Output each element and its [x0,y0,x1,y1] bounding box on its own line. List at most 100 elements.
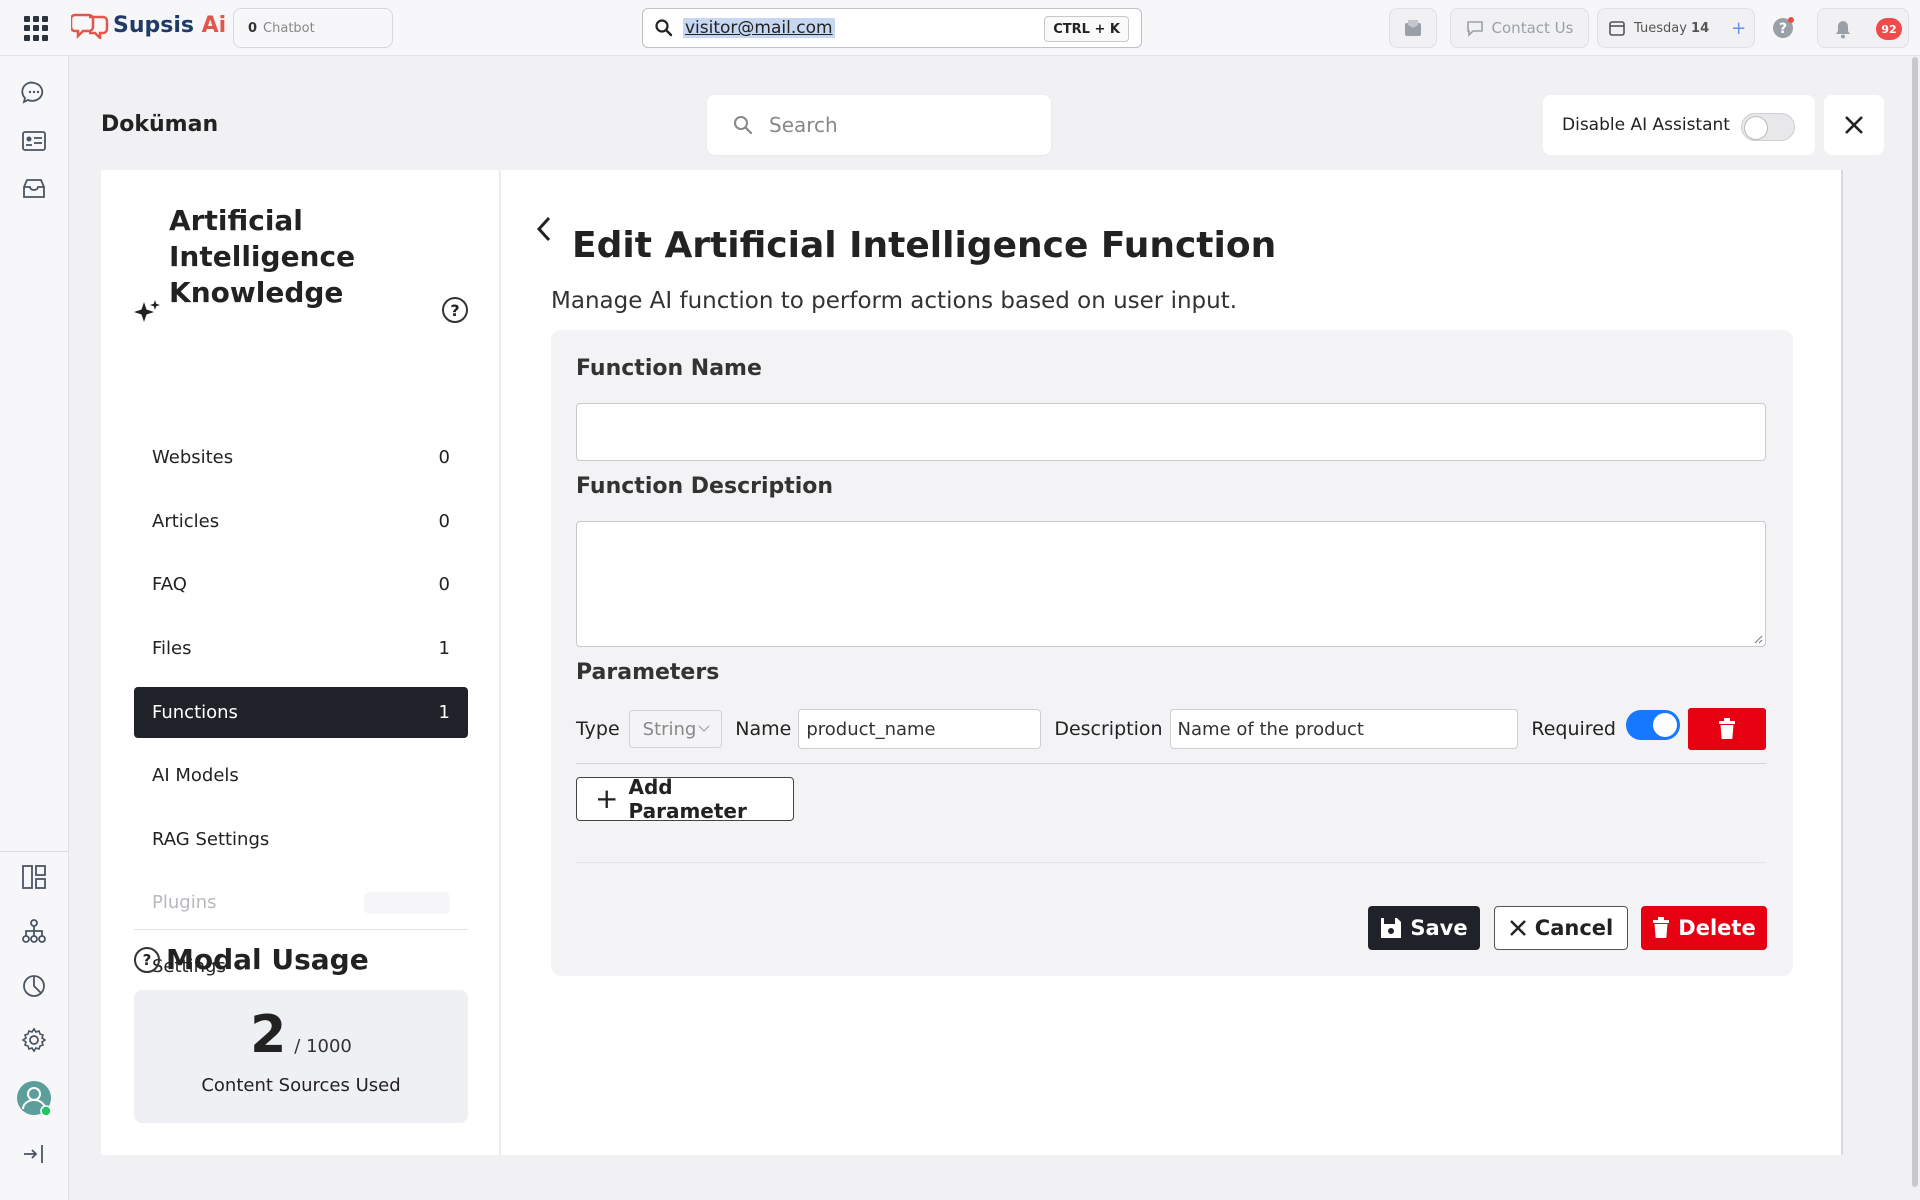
top-bar: Supsis Ai 0 Chatbot visitor@mail.com CTR… [0,0,1920,56]
sparkle-icon [134,300,160,322]
calendar-icon [1609,21,1625,36]
item-count: 0 [438,574,450,595]
chatbot-selector[interactable]: 0 Chatbot [233,8,393,48]
parameters-label: Parameters [576,660,720,685]
search-icon [734,116,753,135]
cancel-label: Cancel [1534,916,1614,940]
global-search-input[interactable]: visitor@mail.com [683,18,835,38]
delete-parameter-button[interactable] [1688,708,1766,750]
knowledge-panel: Artificial Intelligence Knowledge ? Webs… [101,170,500,1155]
knowledge-title: Artificial Intelligence Knowledge [169,204,356,309]
date-widget[interactable]: Tuesday 14 + [1597,8,1755,48]
flow-tree-icon[interactable] [21,918,47,944]
notifications-button[interactable]: 92 [1817,8,1909,48]
add-parameter-button[interactable]: + Add Parameter [576,775,794,823]
resize-handle-icon[interactable] [1753,634,1763,644]
layout-icon[interactable] [21,864,47,890]
cancel-button[interactable]: Cancel [1494,906,1628,950]
contact-us-label: Contact Us [1491,19,1574,37]
delete-button[interactable]: Delete [1641,906,1767,950]
trash-icon [1653,917,1670,938]
item-count: 1 [438,638,450,659]
logout-icon[interactable] [21,1141,47,1167]
usage-used: 2 [250,1005,287,1065]
function-form: Function Name Function Description Param… [551,330,1793,976]
help-circle-icon[interactable]: ? [442,297,468,323]
archive-icon[interactable] [21,176,47,202]
sidebar-item-functions[interactable]: Functions 1 [134,687,468,738]
document-search[interactable]: Search [707,95,1051,155]
sidebar-item-rag-settings[interactable]: RAG Settings [134,814,468,865]
plus-icon: + [595,782,619,815]
disable-ai-label: Disable AI Assistant [1562,115,1730,135]
editor-subtitle: Manage AI function to perform actions ba… [551,288,1238,314]
param-required-label: Required [1531,718,1616,740]
item-label: Articles [152,511,220,532]
add-event-icon[interactable]: + [1731,18,1746,39]
logo[interactable]: Supsis Ai [71,11,226,39]
usage-numbers: 2 / 1000 [134,1005,468,1065]
delete-label: Delete [1678,916,1756,940]
edit-function-panel: Edit Artificial Intelligence Function Ma… [501,170,1843,1155]
rail-divider [0,851,69,852]
disable-ai-toggle[interactable] [1741,113,1795,141]
usage-card: 2 / 1000 Content Sources Used [134,990,468,1123]
sidebar-item-articles[interactable]: Articles 0 [134,496,468,547]
avatar[interactable] [15,1079,53,1117]
param-type-select[interactable]: String [628,710,723,748]
notification-badge: 92 [1876,18,1902,40]
function-description-textarea[interactable] [576,521,1766,647]
param-type-label: Type [576,718,620,740]
page-scrollbar[interactable] [1912,57,1918,1187]
contact-us-button[interactable]: Contact Us [1450,8,1589,48]
parameter-divider [576,763,1766,764]
logo-suffix: Ai [194,12,227,38]
search-placeholder: Search [769,113,838,137]
sidebar-item-websites[interactable]: Websites 0 [134,432,468,483]
usage-title: ? Modal Usage [134,943,369,976]
param-type-value: String [642,718,697,740]
inbox-button[interactable] [1389,8,1437,48]
usage-title-text: Modal Usage [166,943,369,976]
bell-icon [1836,21,1850,39]
item-count: 0 [438,447,450,468]
close-button[interactable] [1824,95,1884,155]
add-parameter-label: Add Parameter [628,775,747,823]
chat-bubble-icon[interactable] [21,80,47,106]
apps-grid-icon[interactable] [24,16,49,41]
param-description-input[interactable]: Name of the product [1169,709,1519,749]
pie-chart-icon[interactable] [21,973,47,999]
plugins-badge [364,891,450,914]
sidebar-item-plugins: Plugins [134,877,468,928]
sidebar-item-files[interactable]: Files 1 [134,623,468,674]
item-label: Files [152,638,192,659]
gear-icon[interactable] [21,1027,47,1053]
date-num: 14 [1691,20,1710,36]
param-name-input[interactable]: product_name [798,709,1042,749]
function-name-input[interactable] [576,403,1766,461]
item-label: AI Models [152,765,239,786]
chat-icon [1466,21,1483,37]
footer-divider [576,862,1766,863]
main-area: Doküman Search Disable AI Assistant Arti… [70,57,1920,1187]
chevron-down-icon [698,725,710,732]
item-label: FAQ [152,574,187,595]
save-button[interactable]: Save [1368,906,1480,950]
sidebar-item-ai-models[interactable]: AI Models [134,750,468,801]
item-count: 0 [438,511,450,532]
global-search[interactable]: visitor@mail.com CTRL + K [642,8,1142,48]
back-arrow-icon[interactable] [536,215,552,243]
close-icon [1845,116,1863,134]
help-button[interactable]: ? [1763,8,1803,48]
contact-card-icon[interactable] [21,128,47,154]
sidebar-item-faq[interactable]: FAQ 0 [134,559,468,610]
date-day: Tuesday [1634,20,1687,36]
param-description-label: Description [1054,718,1163,740]
item-count: 1 [438,702,450,723]
param-name-label: Name [735,718,792,740]
question-icon: ? [1773,17,1794,38]
parameter-row: Type String Name product_name Descriptio… [576,708,1766,750]
usage-total: / 1000 [294,1036,352,1057]
param-required-toggle[interactable] [1625,710,1681,740]
editor-title: Edit Artificial Intelligence Function [572,225,1277,266]
